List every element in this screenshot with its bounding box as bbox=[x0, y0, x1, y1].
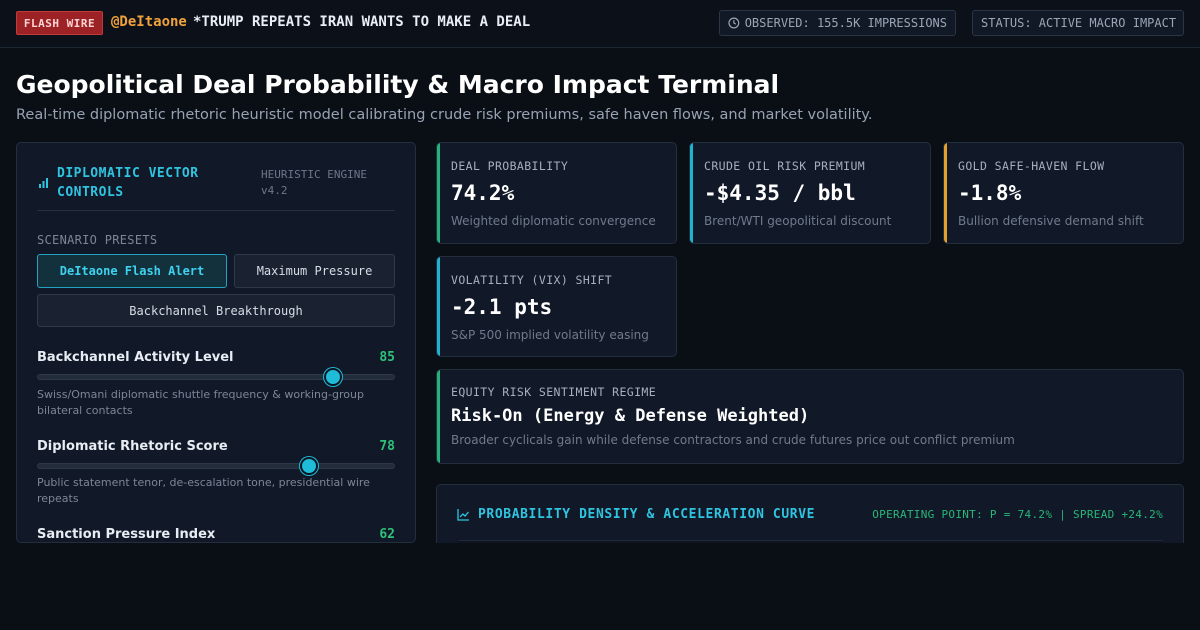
backchannel-activity-value: 85 bbox=[379, 350, 395, 365]
card-accent bbox=[437, 257, 440, 356]
headline-text: *TRUMP REPEATS IRAN WANTS TO MAKE A DEAL bbox=[193, 14, 531, 30]
observed-impressions-pill: OBSERVED: 155.5K IMPRESSIONS bbox=[719, 10, 956, 36]
scenario-presets-label: SCENARIO PRESETS bbox=[37, 233, 158, 247]
diplomatic-vector-controls-panel: DIPLOMATIC VECTOR CONTROLS HEURISTIC ENG… bbox=[16, 142, 416, 543]
sanction-pressure-label: Sanction Pressure Index bbox=[37, 527, 216, 542]
status-pill: STATUS: ACTIVE MACRO IMPACT bbox=[972, 10, 1184, 36]
page-subtitle: Real-time diplomatic rhetoric heuristic … bbox=[16, 107, 873, 123]
card-accent bbox=[690, 143, 693, 243]
diplomatic-rhetoric-slider[interactable] bbox=[37, 457, 395, 475]
status-text: STATUS: ACTIVE MACRO IMPACT bbox=[981, 16, 1177, 30]
backchannel-activity-label: Backchannel Activity Level bbox=[37, 350, 234, 365]
source-handle[interactable]: @DeItaone bbox=[111, 14, 187, 30]
regime-value: Risk-On (Energy & Defense Weighted) bbox=[451, 406, 810, 426]
slider-thumb[interactable] bbox=[324, 368, 343, 386]
observed-text: OBSERVED: 155.5K IMPRESSIONS bbox=[744, 16, 947, 30]
chart-title: PROBABILITY DENSITY & ACCELERATION CURVE bbox=[478, 507, 816, 522]
card-accent bbox=[437, 370, 440, 463]
signal-bars-icon bbox=[39, 178, 48, 188]
card-label: VOLATILITY (VIX) SHIFT bbox=[451, 273, 613, 287]
backchannel-activity-description: Swiss/Omani diplomatic shuttle frequency… bbox=[37, 388, 364, 417]
divider bbox=[37, 210, 395, 211]
page-title: Geopolitical Deal Probability & Macro Im… bbox=[16, 70, 780, 99]
card-label: GOLD SAFE-HAVEN FLOW bbox=[958, 159, 1105, 173]
card-description: Bullion defensive demand shift bbox=[958, 214, 1144, 228]
controls-title: DIPLOMATIC VECTOR CONTROLS bbox=[57, 166, 199, 200]
slider-thumb[interactable] bbox=[299, 457, 318, 475]
operating-point-readout: OPERATING POINT: P = 74.2% | SPREAD +24.… bbox=[872, 508, 1163, 521]
deal-probability-card: DEAL PROBABILITY 74.2% Weighted diplomat… bbox=[436, 142, 677, 244]
probability-density-chart-panel: PROBABILITY DENSITY & ACCELERATION CURVE… bbox=[436, 484, 1184, 543]
diplomatic-rhetoric-label: Diplomatic Rhetoric Score bbox=[37, 439, 228, 454]
backchannel-activity-slider[interactable] bbox=[37, 368, 395, 386]
flash-wire-badge: FLASH WIRE bbox=[16, 11, 103, 35]
gold-safe-haven-flow-card: GOLD SAFE-HAVEN FLOW -1.8% Bullion defen… bbox=[943, 142, 1184, 244]
volatility-vix-shift-card: VOLATILITY (VIX) SHIFT -2.1 pts S&P 500 … bbox=[436, 256, 677, 357]
equity-risk-sentiment-regime-card: EQUITY RISK SENTIMENT REGIME Risk-On (En… bbox=[436, 369, 1184, 464]
top-bar: FLASH WIRE @DeItaone *TRUMP REPEATS IRAN… bbox=[0, 0, 1200, 48]
card-label: DEAL PROBABILITY bbox=[451, 159, 569, 173]
card-description: S&P 500 implied volatility easing bbox=[451, 328, 649, 342]
page-background bbox=[0, 543, 1200, 630]
card-value: -1.8% bbox=[958, 181, 1022, 205]
clock-icon bbox=[728, 17, 740, 29]
card-value: -$4.35 / bbl bbox=[704, 181, 856, 205]
card-description: Brent/WTI geopolitical discount bbox=[704, 214, 892, 228]
card-accent bbox=[437, 143, 440, 243]
diplomatic-rhetoric-value: 78 bbox=[379, 439, 395, 454]
regime-label: EQUITY RISK SENTIMENT REGIME bbox=[451, 385, 657, 399]
line-chart-icon bbox=[457, 509, 469, 521]
engine-version: HEURISTIC ENGINE v4.2 bbox=[261, 168, 367, 197]
card-accent bbox=[944, 143, 947, 243]
card-value: -2.1 pts bbox=[451, 295, 553, 319]
sanction-pressure-value: 62 bbox=[379, 527, 395, 542]
card-description: Weighted diplomatic convergence bbox=[451, 214, 656, 228]
preset-maximum-pressure-button[interactable]: Maximum Pressure bbox=[234, 254, 395, 288]
crude-oil-risk-premium-card: CRUDE OIL RISK PREMIUM -$4.35 / bbl Bren… bbox=[689, 142, 931, 244]
diplomatic-rhetoric-description: Public statement tenor, de-escalation to… bbox=[37, 476, 370, 505]
preset-deitaone-flash-alert-button[interactable]: DeItaone Flash Alert bbox=[37, 254, 227, 288]
preset-backchannel-breakthrough-button[interactable]: Backchannel Breakthrough bbox=[37, 294, 395, 327]
regime-description: Broader cyclicals gain while defense con… bbox=[451, 433, 1015, 447]
card-label: CRUDE OIL RISK PREMIUM bbox=[704, 159, 866, 173]
card-value: 74.2% bbox=[451, 181, 515, 205]
